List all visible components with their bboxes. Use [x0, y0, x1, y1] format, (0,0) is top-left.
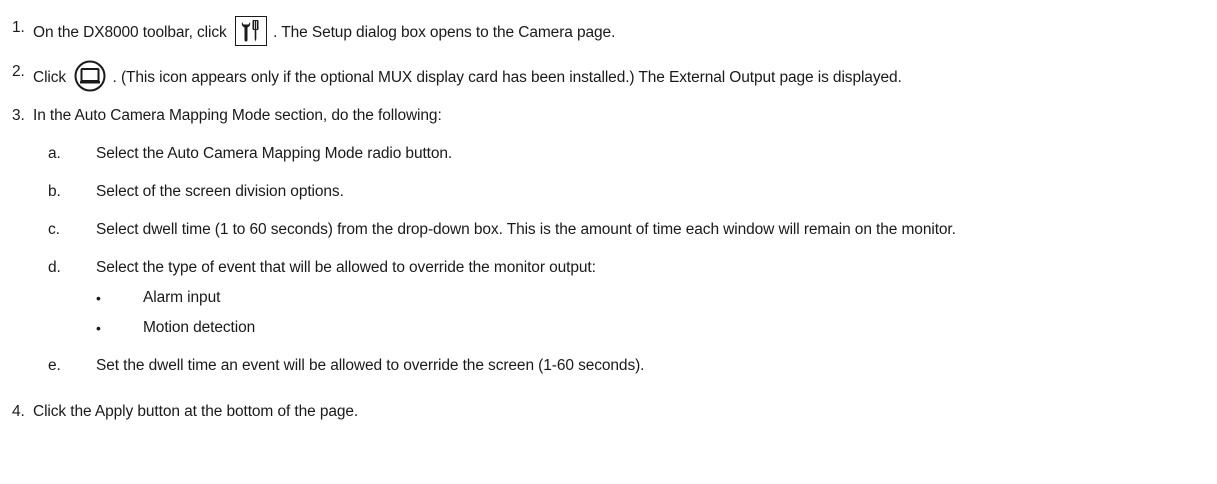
step-1-text: On the DX8000 toolbar, click . The Setup…: [33, 16, 616, 48]
substep-a-letter: a.: [48, 145, 61, 162]
step-2-number: 2.: [12, 63, 25, 80]
step-2-text-before: Click: [33, 69, 67, 87]
substep-c-letter: c.: [48, 221, 60, 238]
substep-e-letter: e.: [48, 357, 61, 374]
step-1-number: 1.: [12, 19, 25, 36]
substep-b-text: Select of the screen division options.: [96, 183, 344, 200]
monitor-icon: [74, 60, 106, 92]
bullet-item-motion-detection: Motion detection: [143, 319, 256, 336]
substep-c-text: Select dwell time (1 to 60 seconds) from…: [96, 221, 956, 238]
step-4-number: 4.: [12, 403, 25, 420]
substep-d-text: Select the type of event that will be al…: [96, 259, 596, 276]
bullet-marker: •: [96, 290, 101, 306]
step-1-text-before: On the DX8000 toolbar, click: [33, 24, 227, 42]
step-2-text-after: . (This icon appears only if the optiona…: [112, 69, 902, 87]
step-1-text-after: . The Setup dialog box opens to the Came…: [273, 24, 616, 42]
substep-a-text: Select the Auto Camera Mapping Mode radi…: [96, 145, 453, 162]
substep-d-letter: d.: [48, 259, 61, 276]
step-4-text: Click the Apply button at the bottom of …: [33, 403, 359, 420]
step-2-text: Click . (This icon appears only if the o…: [33, 60, 902, 94]
substep-e-text: Set the dwell time an event will be allo…: [96, 357, 645, 374]
bullet-item-alarm-input: Alarm input: [143, 289, 221, 306]
step-3-number: 3.: [12, 107, 25, 124]
step-3-text: In the Auto Camera Mapping Mode section,…: [33, 107, 442, 124]
substep-b-letter: b.: [48, 183, 61, 200]
bullet-marker: •: [96, 320, 101, 336]
wrench-screwdriver-icon: [234, 16, 267, 46]
